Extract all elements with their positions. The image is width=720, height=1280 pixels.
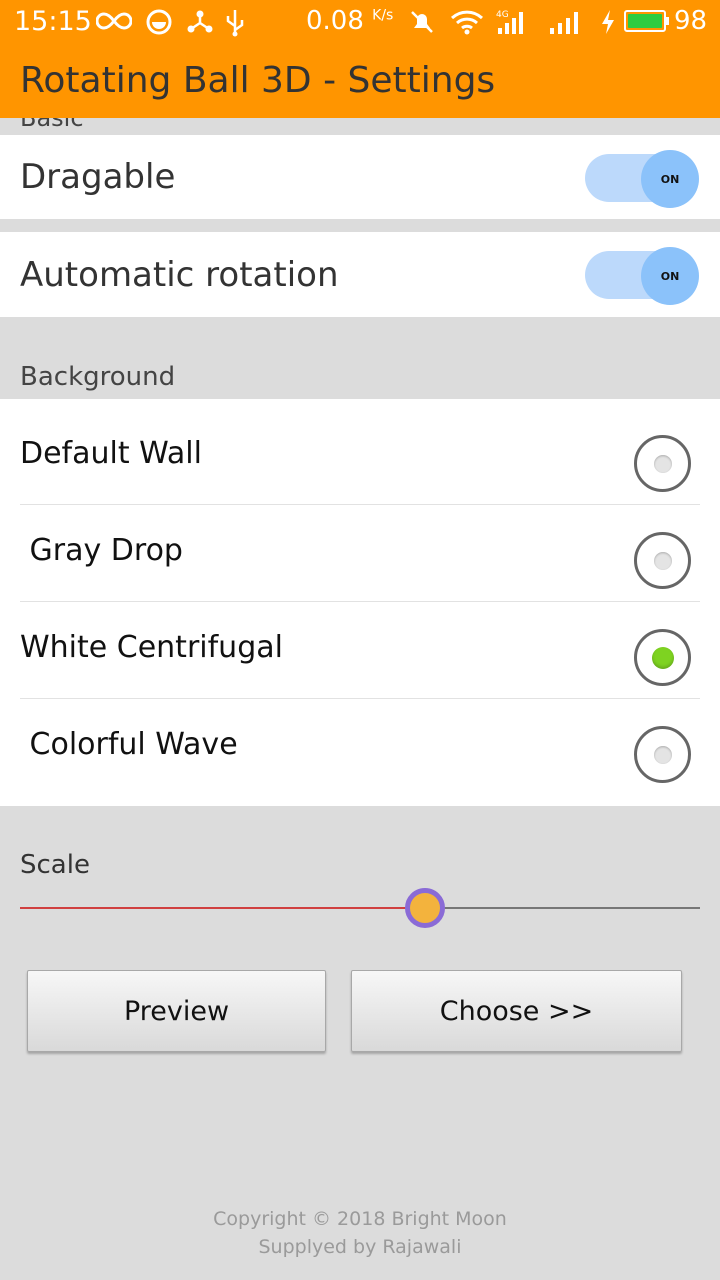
radio-gray-drop[interactable]: [634, 532, 691, 589]
preview-button[interactable]: Preview: [27, 970, 326, 1052]
background-option-white-centrifugal[interactable]: White Centrifugal: [0, 602, 720, 699]
background-options: Default Wall Gray Drop White Centrifugal…: [0, 399, 720, 806]
radio-colorful-wave[interactable]: [634, 726, 691, 783]
copyright-text: Copyright © 2018 Bright Moon: [213, 1208, 507, 1230]
slider-progress: [20, 907, 425, 909]
app-notification-icon: [146, 9, 172, 35]
battery-icon: [624, 10, 666, 32]
status-bar: 15:15 0.08 K/s 4G 98: [0, 0, 720, 46]
share-icon: [187, 10, 213, 33]
cellular-4g-icon: 4G: [496, 10, 523, 34]
wifi-icon: [450, 10, 484, 35]
background-option-default-wall[interactable]: Default Wall: [0, 408, 720, 505]
battery-level: 98: [674, 6, 708, 36]
charging-icon: [602, 10, 614, 34]
choose-button[interactable]: Choose >>: [351, 970, 682, 1052]
svg-text:4G: 4G: [496, 10, 509, 20]
dragable-switch[interactable]: ON: [585, 150, 699, 208]
supplied-by-text: Supplyed by Rajawali: [258, 1236, 462, 1258]
scale-label: Scale: [20, 850, 90, 880]
background-option-colorful-wave[interactable]: Colorful Wave: [0, 699, 720, 796]
mute-bell-icon: [411, 11, 433, 33]
setting-dragable[interactable]: Dragable ON: [0, 135, 720, 219]
network-speed: 0.08 K/s: [306, 6, 394, 36]
cellular-icon: [550, 12, 578, 34]
infinity-icon: [96, 12, 132, 30]
automatic-rotation-label: Automatic rotation: [20, 255, 339, 295]
slider-thumb[interactable]: [405, 888, 445, 928]
setting-automatic-rotation[interactable]: Automatic rotation ON: [0, 232, 720, 317]
radio-white-centrifugal[interactable]: [634, 629, 691, 686]
usb-icon: [226, 10, 244, 37]
scale-slider[interactable]: [20, 888, 700, 928]
app-bar: 15:15 0.08 K/s 4G 98 Rotating Ball 3D - …: [0, 0, 720, 118]
automatic-rotation-switch[interactable]: ON: [585, 247, 699, 305]
page-title: Rotating Ball 3D - Settings: [20, 60, 496, 101]
status-time: 15:15: [14, 6, 92, 37]
category-background: Background: [20, 362, 176, 392]
radio-default-wall[interactable]: [634, 435, 691, 492]
dragable-label: Dragable: [20, 157, 176, 197]
background-option-gray-drop[interactable]: Gray Drop: [0, 505, 720, 602]
